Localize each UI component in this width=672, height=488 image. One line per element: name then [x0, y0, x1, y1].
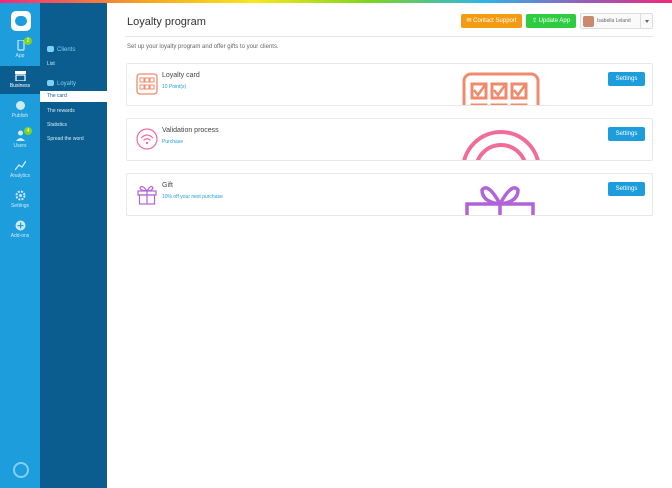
loyalty-icon: [47, 80, 54, 86]
card-subtitle[interactable]: 10 Point(s): [162, 84, 186, 90]
globe-icon: [15, 100, 26, 111]
users-group-icon: [47, 46, 54, 52]
update-app-button[interactable]: ⇪ Update App: [526, 14, 576, 28]
rail-item-settings[interactable]: Settings: [0, 186, 40, 214]
app-badge: 2: [24, 37, 32, 45]
user-menu[interactable]: Isabella Leland: [580, 13, 653, 29]
loyalty-card-illustration-icon: [460, 70, 540, 105]
rail-item-label: Users: [13, 143, 27, 149]
user-name: Isabella Leland: [597, 18, 631, 24]
card-title: Loyalty card: [162, 72, 200, 79]
rail-item-business[interactable]: Business: [0, 66, 40, 94]
card-subtitle[interactable]: Purchase: [162, 139, 183, 145]
loyalty-card-icon: [136, 73, 158, 95]
rail-item-label: Analytics: [9, 173, 30, 179]
validation-settings-button[interactable]: Settings: [608, 127, 645, 141]
validation-process-panel: Validation process Purchase Settings: [126, 118, 653, 161]
avatar: [583, 16, 594, 27]
store-icon: [14, 70, 26, 82]
rail-item-analytics[interactable]: Analytics: [0, 156, 40, 184]
clients-heading[interactable]: Clients: [47, 46, 75, 53]
subnav-link-the-rewards[interactable]: The rewards: [47, 108, 75, 114]
rail-item-addons[interactable]: Add-ons: [0, 216, 40, 244]
card-title: Gift: [162, 182, 173, 189]
gift-panel: Gift 10% off your next purchase Settings: [126, 173, 653, 216]
rail-item-app[interactable]: 2 App: [0, 36, 40, 64]
gift-icon: [136, 183, 158, 205]
header-divider: [125, 36, 653, 37]
rail-item-label: Add-ons: [10, 233, 30, 239]
chart-line-icon: [13, 160, 27, 171]
export-icon: ⇪: [531, 18, 539, 24]
rail-item-label: Business: [9, 83, 31, 89]
main-rail: 2 App Business Publish 4 Users Analytics…: [0, 3, 40, 488]
contact-support-button[interactable]: ✉ Contact Support: [461, 14, 522, 28]
gift-settings-button[interactable]: Settings: [608, 182, 645, 196]
plus-circle-icon: [15, 220, 26, 231]
wifi-icon: [136, 128, 158, 150]
validation-illustration-icon: [460, 125, 540, 160]
gear-icon: [15, 190, 26, 201]
loyalty-card-panel: Loyalty card 10 Point(s) Settings: [126, 63, 653, 106]
rail-item-users[interactable]: 4 Users: [0, 126, 40, 154]
page-subtitle: Set up your loyalty program and offer gi…: [127, 44, 279, 50]
brand-footer-icon: [13, 462, 29, 478]
secondary-nav: Clients List Loyalty The card The reward…: [40, 3, 107, 488]
app-logo-icon[interactable]: [11, 11, 31, 31]
subnav-link-list[interactable]: List: [47, 61, 55, 67]
loyalty-heading[interactable]: Loyalty: [47, 80, 76, 87]
rail-item-label: App: [15, 53, 25, 59]
page-title: Loyalty program: [127, 16, 206, 28]
gift-illustration-icon: [460, 180, 540, 215]
main-content: Loyalty program ✉ Contact Support ⇪ Upda…: [107, 3, 672, 488]
rail-item-label: Settings: [10, 203, 30, 209]
subnav-link-statistics[interactable]: Statistics: [47, 122, 67, 128]
loyalty-card-settings-button[interactable]: Settings: [608, 72, 645, 86]
subnav-link-the-card[interactable]: The card: [40, 91, 107, 102]
rail-item-label: Publish: [11, 113, 29, 119]
subnav-link-spread-the-word[interactable]: Spread the word: [47, 136, 84, 142]
rail-item-publish[interactable]: Publish: [0, 96, 40, 124]
card-title: Validation process: [162, 127, 219, 134]
card-subtitle[interactable]: 10% off your next purchase: [162, 194, 223, 200]
users-badge: 4: [24, 127, 32, 135]
chevron-down-icon[interactable]: [640, 14, 652, 28]
